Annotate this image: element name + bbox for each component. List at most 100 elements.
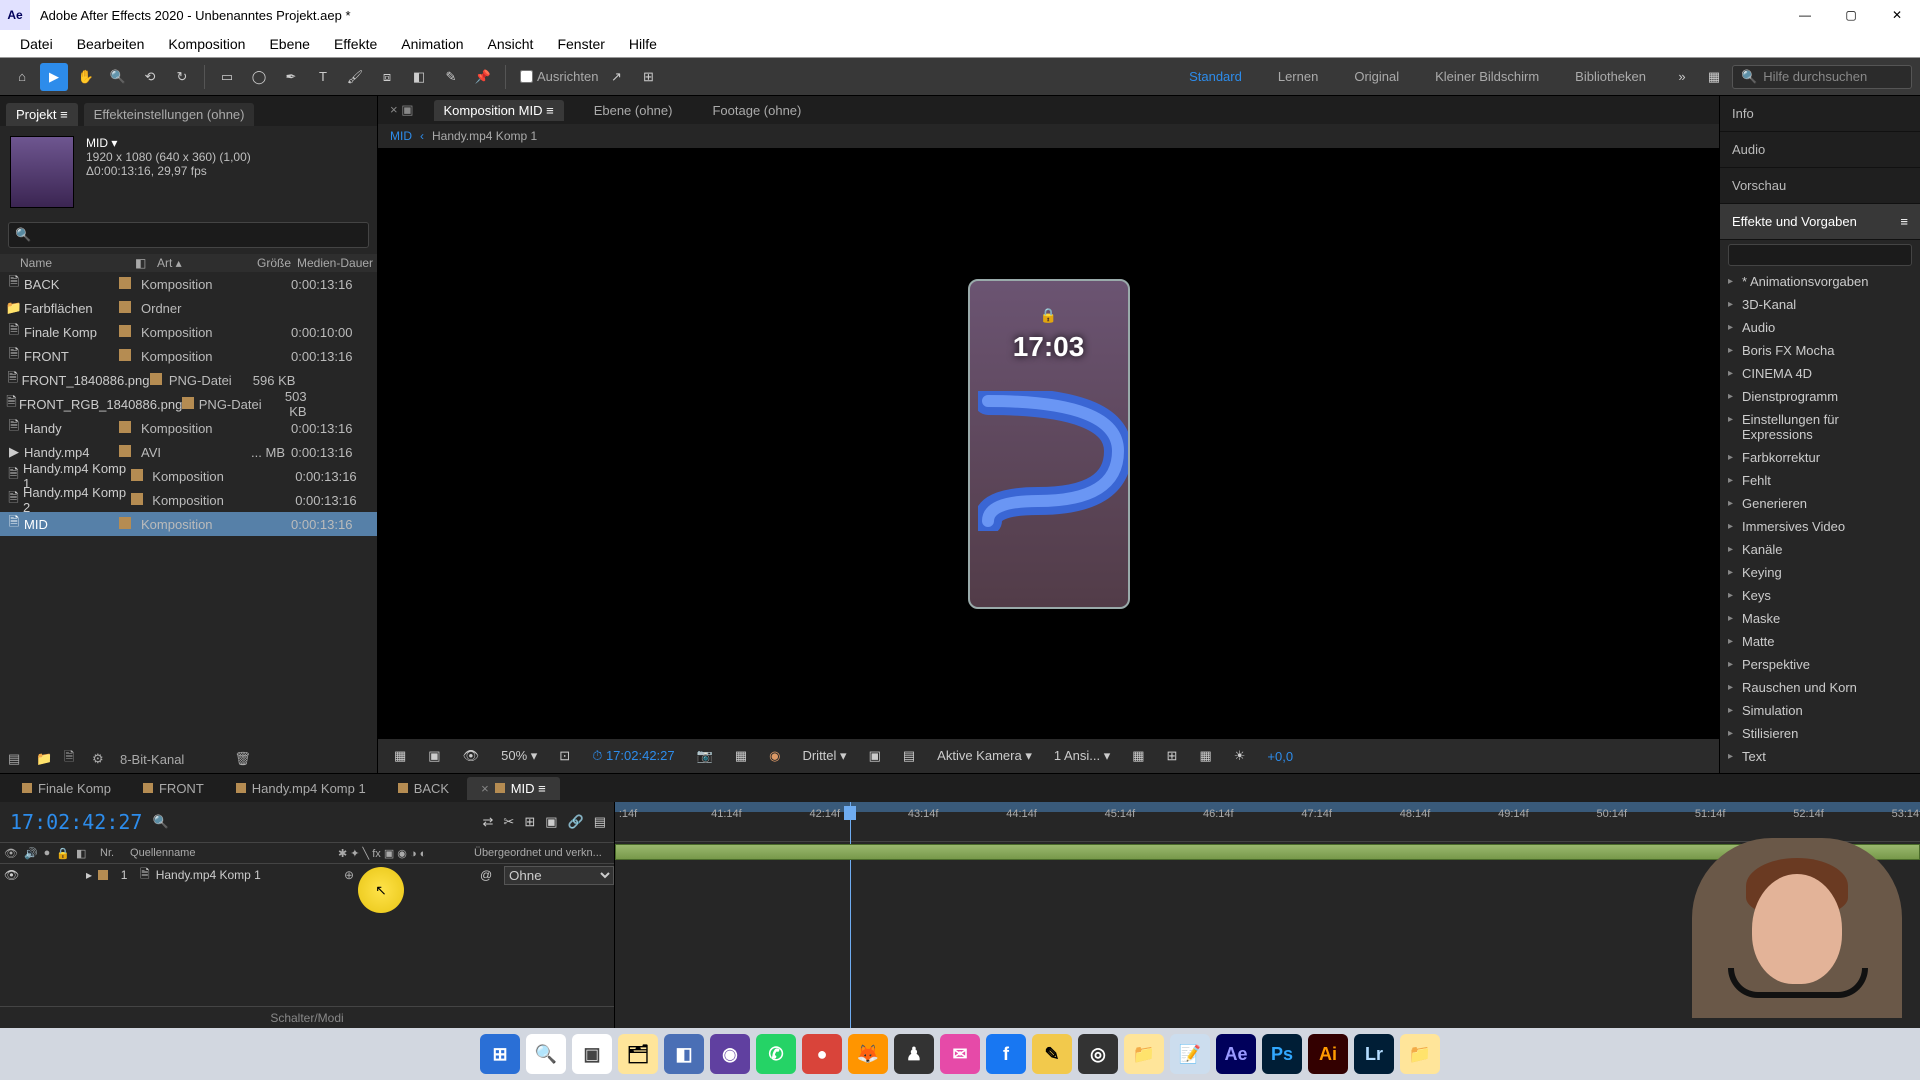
label-swatch-icon[interactable] — [119, 325, 131, 337]
exposure-reset-icon[interactable]: ☀ — [1228, 748, 1252, 764]
tab-footage[interactable]: Footage (ohne) — [702, 100, 811, 121]
timeline-tab[interactable]: Finale Komp — [8, 777, 125, 800]
effect-category[interactable]: Keying — [1720, 561, 1920, 584]
solo-col-icon[interactable]: ● — [44, 847, 51, 859]
zoom-tool-icon[interactable]: 🔍 — [104, 63, 132, 91]
brush-tool-icon[interactable]: 🖌 — [341, 63, 369, 91]
breadcrumb-root[interactable]: MID — [390, 129, 412, 143]
taskbar-notes-icon[interactable]: ✎ — [1032, 1034, 1072, 1074]
project-item[interactable]: 🗎MIDKomposition0:00:13:16 — [0, 512, 377, 536]
project-item[interactable]: 📁FarbflächenOrdner — [0, 296, 377, 320]
effect-category[interactable]: * Animationsvorgaben — [1720, 270, 1920, 293]
workspace-standard[interactable]: Standard — [1171, 69, 1260, 84]
effect-category[interactable]: Einstellungen für Expressions — [1720, 408, 1920, 446]
effect-category[interactable]: Audio — [1720, 316, 1920, 339]
view-option-icon[interactable]: ▦ — [1126, 748, 1150, 764]
timeline-tab[interactable]: BACK — [384, 777, 463, 800]
effect-category[interactable]: Dienstprogramm — [1720, 385, 1920, 408]
col-label-icon[interactable]: ◧ — [135, 256, 157, 270]
panel-preview[interactable]: Vorschau — [1720, 168, 1920, 204]
taskbar-taskview-icon[interactable]: ▣ — [572, 1034, 612, 1074]
workspace-bibliotheken[interactable]: Bibliotheken — [1557, 69, 1664, 84]
effect-category[interactable]: Fehlt — [1720, 469, 1920, 492]
tl-tool-icon[interactable]: ▣ — [545, 814, 557, 830]
label-swatch-icon[interactable] — [131, 493, 143, 505]
taskbar-folder-icon[interactable]: 📁 — [1124, 1034, 1164, 1074]
label-swatch-icon[interactable] — [119, 517, 131, 529]
effect-category[interactable]: Kanäle — [1720, 538, 1920, 561]
tab-effect-controls[interactable]: Effekteinstellungen (ohne) — [84, 103, 255, 126]
help-search-input[interactable]: 🔍 Hilfe durchsuchen — [1732, 65, 1912, 89]
tab-project[interactable]: Projekt ≡ — [6, 103, 78, 126]
label-swatch-icon[interactable] — [182, 397, 194, 409]
workspace-menu-icon[interactable]: ▦ — [1700, 63, 1728, 91]
label-swatch-icon[interactable] — [150, 373, 162, 385]
hand-tool-icon[interactable]: ✋ — [72, 63, 100, 91]
view-mask-icon[interactable]: 👁 — [457, 748, 486, 764]
col-art[interactable]: Art ▴ — [157, 256, 237, 270]
puppet-tool-icon[interactable]: 📌 — [469, 63, 497, 91]
home-icon[interactable]: ⌂ — [8, 63, 36, 91]
taskbar-facebook-icon[interactable]: f — [986, 1034, 1026, 1074]
parent-select[interactable]: Ohne — [504, 866, 614, 885]
selection-tool-icon[interactable]: ▶ — [40, 63, 68, 91]
layer-visibility-icon[interactable]: 👁 — [4, 868, 18, 882]
label-swatch-icon[interactable] — [119, 421, 131, 433]
snap-toggle[interactable]: Ausrichten — [520, 69, 598, 84]
close-button[interactable]: ✕ — [1874, 0, 1920, 30]
bit-depth-label[interactable]: 8-Bit-Kanal — [120, 752, 184, 767]
view-count-select[interactable]: 1 Ansi... ▾ — [1048, 748, 1116, 764]
timeline-ruler[interactable]: :14f41:14f42:14f43:14f44:14f45:14f46:14f… — [615, 802, 1920, 842]
eye-col-icon[interactable]: 👁 — [4, 847, 18, 860]
project-item[interactable]: 🗎FRONT_1840886.pngPNG-Datei596 KB — [0, 368, 377, 392]
roto-tool-icon[interactable]: ✎ — [437, 63, 465, 91]
text-tool-icon[interactable]: T — [309, 63, 337, 91]
panel-effects-presets[interactable]: Effekte und Vorgaben≡ — [1720, 204, 1920, 240]
taskbar-ps-icon[interactable]: Ps — [1262, 1034, 1302, 1074]
effect-category[interactable]: Perspektive — [1720, 653, 1920, 676]
menu-effekte[interactable]: Effekte — [322, 36, 389, 52]
label-swatch-icon[interactable] — [98, 870, 108, 880]
taskbar-app4-icon[interactable]: ♟ — [894, 1034, 934, 1074]
effect-category[interactable]: Matte — [1720, 630, 1920, 653]
effect-category[interactable]: 3D-Kanal — [1720, 293, 1920, 316]
menu-komposition[interactable]: Komposition — [156, 36, 257, 52]
effect-category[interactable]: Stilisieren — [1720, 722, 1920, 745]
adjust-icon[interactable]: ⚙ — [92, 751, 110, 767]
tl-tool-icon[interactable]: 🔗 — [568, 814, 584, 830]
col-name[interactable]: Name — [20, 256, 135, 270]
taskbar-explorer-icon[interactable]: 🗂 — [618, 1034, 658, 1074]
snap-checkbox[interactable] — [520, 70, 533, 83]
snapshot-icon[interactable]: 📷 — [691, 748, 719, 764]
playhead[interactable] — [850, 802, 851, 1028]
resolution-select[interactable]: Drittel ▾ — [796, 748, 852, 764]
snap-grid-icon[interactable]: ⊞ — [634, 63, 662, 91]
taskbar-search-icon[interactable]: 🔍 — [526, 1034, 566, 1074]
eraser-tool-icon[interactable]: ◧ — [405, 63, 433, 91]
new-comp-icon[interactable]: 🗎 — [64, 748, 82, 770]
taskbar-ai-icon[interactable]: Ai — [1308, 1034, 1348, 1074]
orbit-tool-icon[interactable]: ⟲ — [136, 63, 164, 91]
timeline-layer-row[interactable]: 👁▸1🗎Handy.mp4 Komp 1⊕ /@Ohne — [0, 864, 614, 886]
effect-category[interactable]: Generieren — [1720, 492, 1920, 515]
effect-category[interactable]: Simulation — [1720, 699, 1920, 722]
effect-category[interactable]: Boris FX Mocha — [1720, 339, 1920, 362]
taskbar-app3-icon[interactable]: ● — [802, 1034, 842, 1074]
project-item[interactable]: 🗎FRONT_RGB_1840886.pngPNG-Datei503 KB — [0, 392, 377, 416]
rotate-tool-icon[interactable]: ↻ — [168, 63, 196, 91]
workspace-kleiner bildschirm[interactable]: Kleiner Bildschirm — [1417, 69, 1557, 84]
tl-tool-icon[interactable]: ⇄ — [483, 814, 494, 830]
shape-ellipse-icon[interactable]: ◯ — [245, 63, 273, 91]
taskbar-app1-icon[interactable]: ◧ — [664, 1034, 704, 1074]
audio-col-icon[interactable]: 🔊 — [24, 847, 38, 860]
label-swatch-icon[interactable] — [119, 277, 131, 289]
panel-menu-icon[interactable]: ≡ — [1900, 214, 1908, 229]
timeline-icon[interactable]: ▤ — [897, 748, 921, 764]
parent-pickwhip-icon[interactable]: @ — [480, 868, 498, 882]
tl-tool-icon[interactable]: ▤ — [594, 814, 606, 830]
taskbar-more-icon[interactable]: 📁 — [1400, 1034, 1440, 1074]
timeline-timecode[interactable]: 17:02:42:27 — [10, 810, 142, 834]
menu-animation[interactable]: Animation — [389, 36, 475, 52]
workspace-lernen[interactable]: Lernen — [1260, 69, 1336, 84]
color-mgmt-icon[interactable]: ◉ — [763, 748, 786, 764]
